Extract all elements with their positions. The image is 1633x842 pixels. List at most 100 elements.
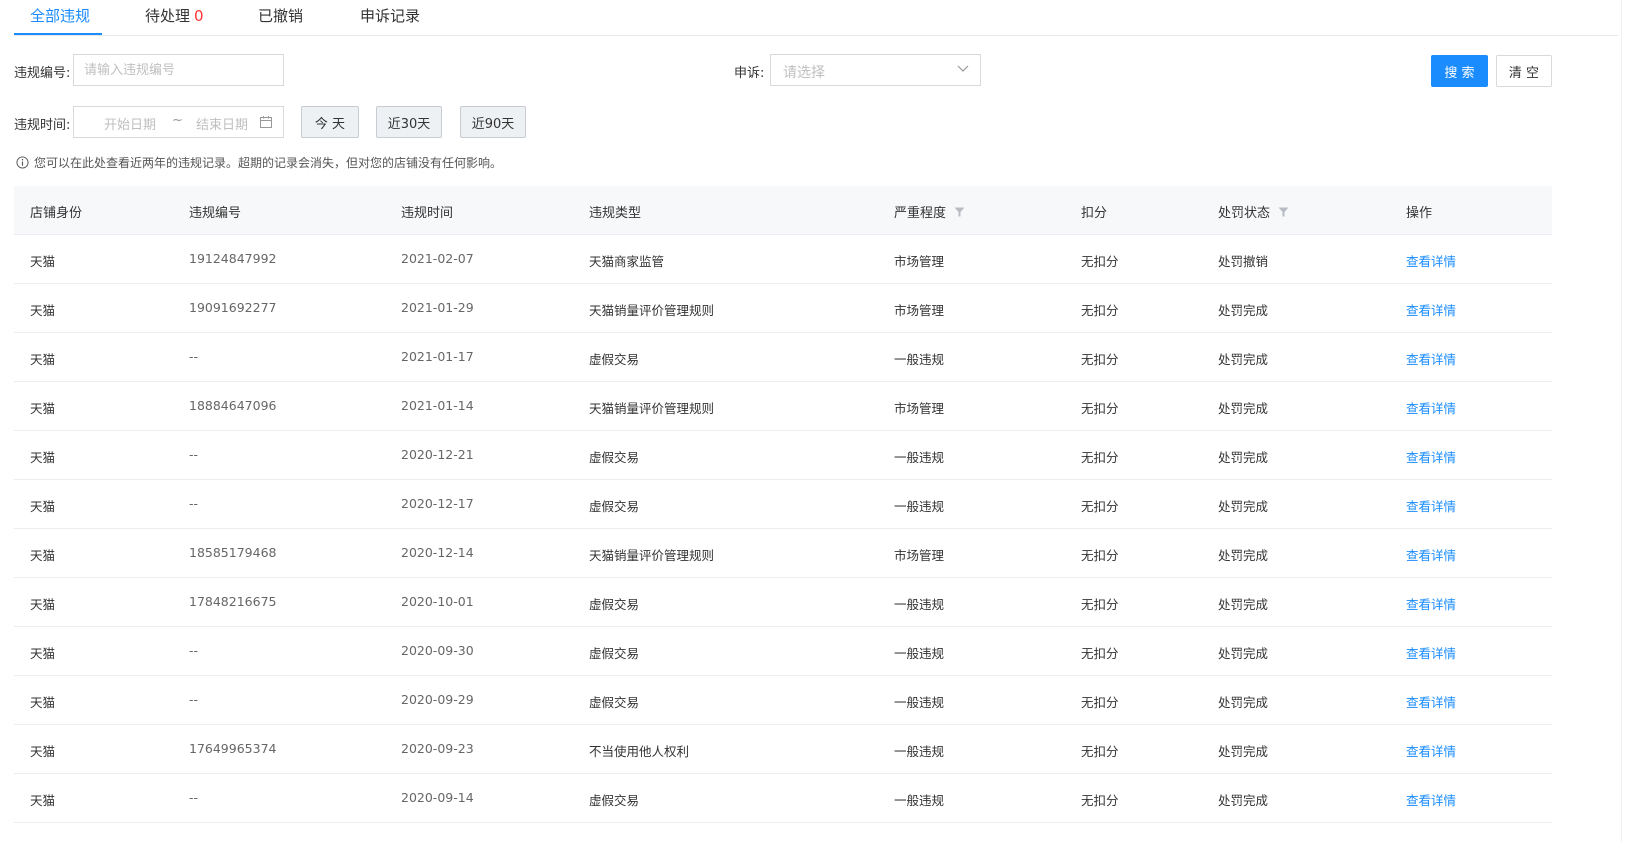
appeal-select[interactable]: 请选择 xyxy=(770,54,981,86)
deduction-cell: 无扣分 xyxy=(1081,793,1119,808)
view-details-link[interactable]: 查看详情 xyxy=(1406,643,1456,662)
filter-icon[interactable] xyxy=(954,207,965,217)
info-icon xyxy=(16,156,29,169)
page-scrollbar[interactable] xyxy=(1621,0,1633,842)
view-details-link[interactable]: 查看详情 xyxy=(1406,790,1456,809)
column-header-violation-no: 违规编号 xyxy=(189,206,242,221)
view-details-link[interactable]: 查看详情 xyxy=(1406,300,1456,319)
tab-label: 待处理 xyxy=(145,7,191,25)
severity-cell: 一般违规 xyxy=(894,597,945,612)
severity-cell: 一般违规 xyxy=(894,352,945,367)
table-row: 天猫 -- 2020-12-17 虚假交易 一般违规 无扣分 处罚完成 查看详情 xyxy=(14,480,1552,529)
view-details-link[interactable]: 查看详情 xyxy=(1406,692,1456,711)
table-row: 天猫 17848216675 2020-10-01 虚假交易 一般违规 无扣分 处罚完成 查看… xyxy=(14,578,1552,627)
deduction-cell: 无扣分 xyxy=(1081,450,1119,465)
violation-no-input[interactable] xyxy=(73,54,284,86)
tab-all-violations[interactable]: 全部违规 xyxy=(30,5,90,26)
table-row: 天猫 18884647096 2021-01-14 天猫销量评价管理规则 市场管理 无扣分… xyxy=(14,382,1552,431)
penalty-status-cell: 处罚完成 xyxy=(1218,646,1269,661)
shop-identity-cell: 天猫 xyxy=(30,254,56,269)
date-range-picker[interactable]: 开始日期 ~ 结束日期 xyxy=(73,106,284,138)
violation-time-cell: 2021-02-07 xyxy=(401,251,474,266)
penalty-status-cell: 处罚完成 xyxy=(1218,744,1269,759)
shop-identity-cell: 天猫 xyxy=(30,352,56,367)
violation-time-cell: 2020-12-21 xyxy=(401,447,474,462)
view-details-link[interactable]: 查看详情 xyxy=(1406,251,1456,270)
deduction-cell: 无扣分 xyxy=(1081,548,1119,563)
calendar-icon xyxy=(260,116,272,128)
shop-identity-cell: 天猫 xyxy=(30,744,56,759)
shop-identity-cell: 天猫 xyxy=(30,695,56,710)
column-header-actions: 操作 xyxy=(1406,206,1433,221)
last-30-days-button[interactable]: 近30天 xyxy=(376,106,442,138)
view-details-link[interactable]: 查看详情 xyxy=(1406,447,1456,466)
penalty-status-cell: 处罚完成 xyxy=(1218,352,1269,367)
column-header-penalty-status: 处罚状态 xyxy=(1218,202,1289,221)
violation-time-cell: 2021-01-29 xyxy=(401,300,474,315)
view-details-link[interactable]: 查看详情 xyxy=(1406,741,1456,760)
penalty-status-cell: 处罚完成 xyxy=(1218,793,1269,808)
tab-revoked[interactable]: 已撤销 xyxy=(258,5,303,26)
column-header-shop-identity: 店铺身份 xyxy=(30,206,83,221)
tab-appeal-records[interactable]: 申诉记录 xyxy=(360,5,420,26)
violation-type-cell: 天猫商家监管 xyxy=(589,254,665,269)
shop-identity-cell: 天猫 xyxy=(30,401,56,416)
view-details-link[interactable]: 查看详情 xyxy=(1406,349,1456,368)
appeal-label: 申诉: xyxy=(734,66,765,81)
violation-type-cell: 天猫销量评价管理规则 xyxy=(589,548,715,563)
view-details-link[interactable]: 查看详情 xyxy=(1406,594,1456,613)
severity-cell: 一般违规 xyxy=(894,744,945,759)
table-body: 天猫 19124847992 2021-02-07 天猫商家监管 市场管理 无扣分 处罚撤销… xyxy=(14,235,1552,823)
last-90-days-button[interactable]: 近90天 xyxy=(460,106,526,138)
view-details-link[interactable]: 查看详情 xyxy=(1406,496,1456,515)
violation-type-cell: 虚假交易 xyxy=(589,646,640,661)
shop-identity-cell: 天猫 xyxy=(30,499,56,514)
start-date-placeholder: 开始日期 xyxy=(104,118,157,133)
shop-identity-cell: 天猫 xyxy=(30,793,56,808)
severity-cell: 一般违规 xyxy=(894,646,945,661)
deduction-cell: 无扣分 xyxy=(1081,597,1119,612)
search-button[interactable]: 搜 索 xyxy=(1431,55,1488,87)
column-header-violation-time: 违规时间 xyxy=(401,206,454,221)
violation-no-label: 违规编号: xyxy=(14,66,71,81)
deduction-cell: 无扣分 xyxy=(1081,744,1119,759)
deduction-cell: 无扣分 xyxy=(1081,303,1119,318)
violation-type-cell: 虚假交易 xyxy=(589,597,640,612)
violation-type-cell: 天猫销量评价管理规则 xyxy=(589,401,715,416)
filter-icon[interactable] xyxy=(1278,207,1289,217)
violation-time-cell: 2021-01-14 xyxy=(401,398,474,413)
table-row: 天猫 -- 2020-09-29 虚假交易 一般违规 无扣分 处罚完成 查看详情 xyxy=(14,676,1552,725)
appeal-select-placeholder: 请选择 xyxy=(783,65,825,81)
violation-no-cell: -- xyxy=(189,643,199,658)
view-details-link[interactable]: 查看详情 xyxy=(1406,398,1456,417)
penalty-status-cell: 处罚完成 xyxy=(1218,597,1269,612)
tab-pending[interactable]: 待处理 0 xyxy=(145,5,204,26)
violation-time-cell: 2021-01-17 xyxy=(401,349,474,364)
shop-identity-cell: 天猫 xyxy=(30,450,56,465)
violation-time-cell: 2020-12-17 xyxy=(401,496,474,511)
severity-cell: 一般违规 xyxy=(894,450,945,465)
violation-time-label: 违规时间: xyxy=(14,118,71,133)
clear-button[interactable]: 清 空 xyxy=(1496,55,1552,87)
violation-no-cell: -- xyxy=(189,692,199,707)
today-button[interactable]: 今 天 xyxy=(301,106,359,138)
view-details-link[interactable]: 查看详情 xyxy=(1406,545,1456,564)
violation-no-cell: 18585179468 xyxy=(189,545,277,560)
violation-no-cell: -- xyxy=(189,790,199,805)
violation-type-cell: 虚假交易 xyxy=(589,499,640,514)
tab-label: 申诉记录 xyxy=(360,7,421,25)
violation-type-cell: 不当使用他人权利 xyxy=(589,744,690,759)
violation-no-cell: 19091692277 xyxy=(189,300,277,315)
severity-cell: 市场管理 xyxy=(894,303,945,318)
severity-cell: 市场管理 xyxy=(894,548,945,563)
violation-time-cell: 2020-09-29 xyxy=(401,692,474,707)
tab-label: 全部违规 xyxy=(30,7,91,25)
violation-time-cell: 2020-09-30 xyxy=(401,643,474,658)
severity-cell: 市场管理 xyxy=(894,401,945,416)
violation-time-cell: 2020-10-01 xyxy=(401,594,474,609)
pending-count-badge: 0 xyxy=(194,7,204,25)
shop-identity-cell: 天猫 xyxy=(30,597,56,612)
penalty-status-cell: 处罚完成 xyxy=(1218,548,1269,563)
violation-no-cell: -- xyxy=(189,447,199,462)
column-header-violation-type: 违规类型 xyxy=(589,206,642,221)
